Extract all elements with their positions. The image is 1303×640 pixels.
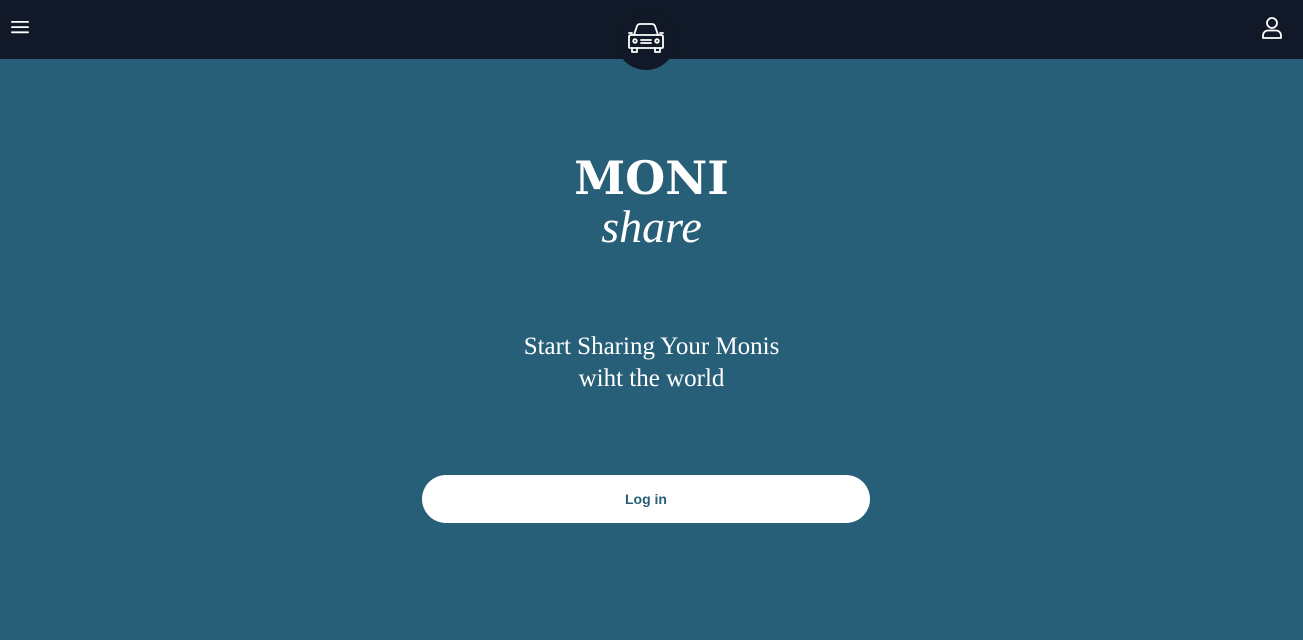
- tagline: Start Sharing Your Monis wiht the world: [0, 331, 1303, 395]
- brand-title: MONI: [574, 151, 729, 205]
- user-icon[interactable]: [1259, 15, 1285, 41]
- login-button[interactable]: Log in: [422, 475, 870, 523]
- hamburger-menu-icon[interactable]: [8, 15, 32, 39]
- tagline-line-2: wiht the world: [578, 365, 725, 392]
- brand-subtitle: share: [601, 201, 702, 252]
- car-icon[interactable]: [626, 21, 666, 55]
- brand-logo: MONI share: [0, 152, 1303, 250]
- tagline-line-1: Start Sharing Your Monis: [523, 333, 780, 360]
